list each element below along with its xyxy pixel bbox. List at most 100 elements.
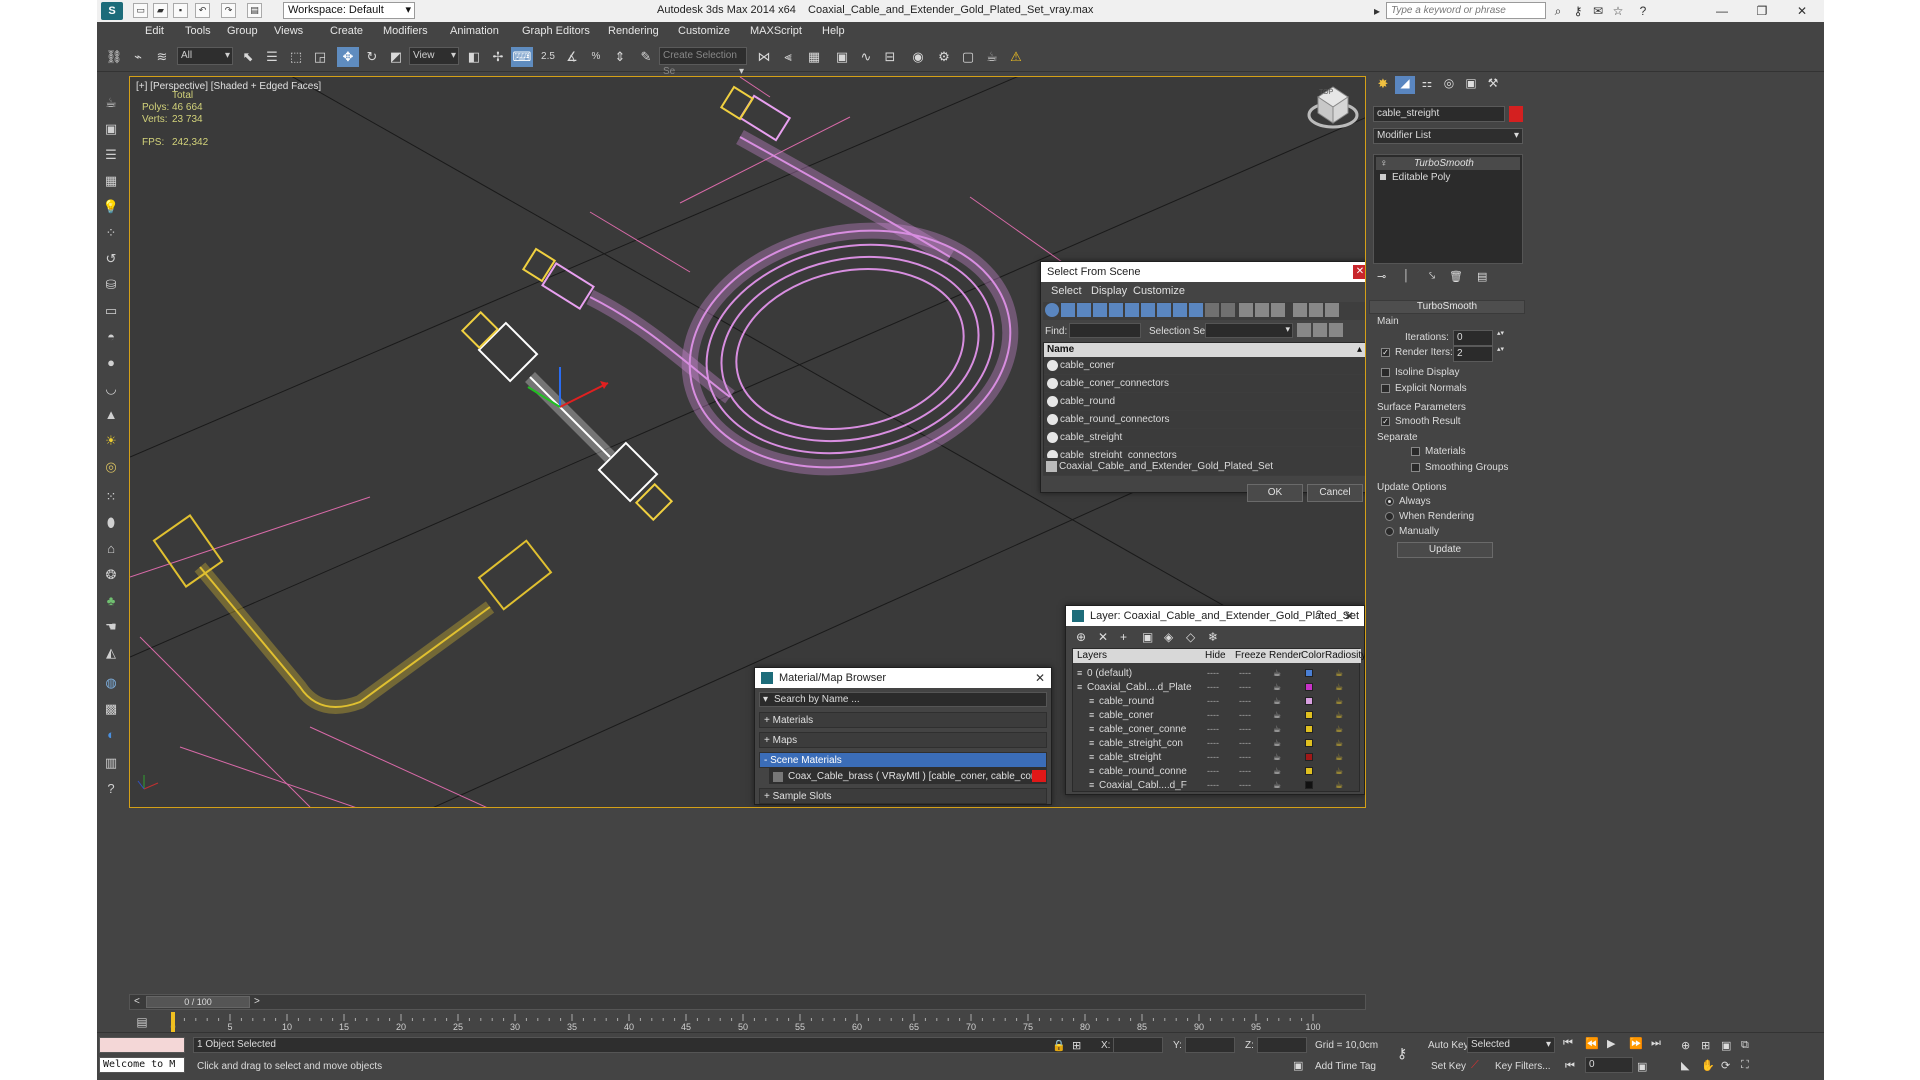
turbosmooth-rollout-header[interactable]: TurboSmooth (1369, 300, 1525, 314)
list-item[interactable]: cable_coner (1044, 357, 1365, 375)
col-radiosity[interactable]: Radiosity (1325, 649, 1365, 663)
terrain-icon[interactable]: ◭ (100, 642, 122, 664)
col-hide[interactable]: Hide (1205, 649, 1226, 663)
go-to-start-icon[interactable]: ⏮ (1563, 1037, 1573, 1050)
hide-all-icon[interactable]: ◇ (1186, 630, 1195, 644)
find-input[interactable] (1069, 323, 1141, 338)
close-icon[interactable]: ✕ (1344, 609, 1354, 623)
maxscript-listener[interactable] (99, 1037, 185, 1053)
display-children-icon[interactable] (1239, 303, 1253, 317)
add-time-tag[interactable]: Add Time Tag (1315, 1061, 1376, 1072)
add-to-layer-icon[interactable]: + (1120, 630, 1127, 644)
angle-snap-icon[interactable]: ∡ (561, 47, 583, 67)
highlight-layer-icon[interactable]: ◈ (1164, 630, 1173, 644)
undo-icon[interactable]: ↶ (195, 3, 210, 18)
select-none-icon[interactable] (1313, 323, 1327, 337)
snaps-toggle-icon[interactable]: 2.5 (537, 47, 559, 67)
filter-helpers-icon[interactable] (1109, 303, 1123, 317)
col-freeze[interactable]: Freeze (1235, 649, 1266, 663)
graphite-tools-icon[interactable]: ▣ (831, 47, 853, 67)
perspective-viewport[interactable]: [+] [Perspective] [Shaded + Edged Faces]… (129, 76, 1366, 808)
select-invert-icon[interactable] (1329, 323, 1343, 337)
hide-toggle[interactable]: ---- (1207, 777, 1219, 794)
render-iters-checkbox[interactable]: ✓ (1381, 348, 1390, 357)
list-item[interactable]: cable_round (1044, 393, 1365, 411)
time-tag-icon[interactable]: ▣ (1293, 1059, 1303, 1072)
capsule-icon[interactable]: ⬮ (100, 512, 122, 534)
select-move-icon[interactable]: ✥ (337, 47, 359, 67)
maximize-viewport-icon[interactable]: ⛶ (1741, 1059, 1749, 1072)
image-icon[interactable]: ▣ (100, 118, 122, 140)
object-color-swatch[interactable] (1509, 106, 1523, 122)
align-icon[interactable]: ⫷ (777, 47, 799, 67)
track-bar[interactable]: ▤ 05101520253035404550556065707580859095… (129, 1012, 1366, 1032)
motion-tab-icon[interactable]: ◎ (1439, 76, 1459, 94)
stack-item-editable-poly[interactable]: Editable Poly (1376, 171, 1520, 184)
next-frame-icon[interactable]: ⏩ (1629, 1037, 1643, 1050)
pan-icon[interactable]: ✋ (1701, 1059, 1715, 1072)
hand-icon[interactable]: ☚ (100, 616, 122, 638)
cone-icon[interactable]: ▲ (100, 404, 122, 426)
play-icon[interactable]: ▶ (1607, 1037, 1615, 1050)
y-coord-input[interactable] (1185, 1037, 1235, 1053)
menu-graph-editors[interactable]: Graph Editors (522, 25, 590, 37)
picture-icon[interactable]: ▩ (100, 698, 122, 720)
keyboard-shortcut-icon[interactable]: ⌨ (511, 47, 533, 67)
select-in-layer-icon[interactable]: ▣ (1142, 630, 1153, 644)
x-coord-input[interactable] (1113, 1037, 1163, 1053)
modify-tab-icon[interactable]: ◢ (1395, 76, 1415, 94)
search-arrow-icon[interactable]: ▸ (1369, 3, 1385, 19)
named-selection-set-dropdown[interactable]: Create Selection Se ▾ (659, 47, 747, 77)
menu-help[interactable]: Help (822, 25, 845, 37)
world-icon[interactable]: ◐ (100, 724, 122, 746)
minimize-button[interactable]: — (1702, 0, 1742, 22)
plant-icon[interactable]: ♣ (100, 590, 122, 612)
display-influences-icon[interactable] (1255, 303, 1269, 317)
utilities-tab-icon[interactable]: ⚒ (1483, 76, 1503, 94)
menu-customize[interactable]: Customize (678, 25, 730, 37)
globe-icon[interactable]: ◍ (100, 672, 122, 694)
filter-bones-icon[interactable] (1173, 303, 1187, 317)
scene-materials-section[interactable]: - Scene Materials (759, 752, 1047, 768)
filter-geometry-icon[interactable] (1045, 303, 1059, 317)
set-key-icon[interactable]: ⚷ (1397, 1045, 1407, 1062)
zoom-all-icon[interactable]: ⊞ (1701, 1039, 1710, 1052)
rect-selection-icon[interactable]: ⬚ (285, 47, 307, 67)
help-circle-icon[interactable]: ? (100, 778, 122, 800)
select-all-icon[interactable] (1297, 323, 1311, 337)
iterations-spinner[interactable]: 0 (1453, 330, 1493, 346)
workspace-dropdown[interactable]: Workspace: Default ▾ (283, 2, 415, 19)
filter-none-icon[interactable] (1205, 303, 1219, 317)
help-icon[interactable]: ? (1635, 3, 1651, 19)
layer-color-swatch[interactable] (1305, 697, 1313, 705)
orbit-icon[interactable]: ⟳ (1721, 1059, 1730, 1072)
filter-invert-icon[interactable] (1221, 303, 1235, 317)
menu-animation[interactable]: Animation (450, 25, 499, 37)
redo-icon[interactable]: ↷ (221, 3, 236, 18)
set-key-button[interactable]: Set Key (1431, 1061, 1466, 1072)
column-chooser-icon[interactable] (1325, 303, 1339, 317)
dome-icon[interactable]: ◓ (100, 326, 122, 348)
dots-grid-icon[interactable]: ⁙ (100, 486, 122, 508)
help-icon[interactable]: ? (1316, 609, 1322, 621)
grid-panel-icon[interactable]: ▦ (100, 170, 122, 192)
rotate-tool-icon[interactable]: ↺ (100, 248, 122, 270)
select-scale-icon[interactable]: ◩ (385, 47, 407, 67)
spinner-arrows-icon[interactable]: ▴▾ (1497, 345, 1504, 353)
new-layer-icon[interactable]: ⊕ (1076, 630, 1086, 644)
sample-slots-section[interactable]: + Sample Slots (759, 788, 1047, 804)
unlink-icon[interactable]: ⌁ (127, 47, 149, 67)
schematic-view-icon[interactable]: ⊟ (879, 47, 901, 67)
group-icon[interactable]: ⛁ (100, 274, 122, 296)
sync-selection-icon[interactable] (1309, 303, 1323, 317)
current-frame-marker[interactable] (171, 1012, 175, 1032)
render-setup-icon[interactable]: ⚙ (933, 47, 955, 67)
always-radio[interactable] (1385, 497, 1394, 506)
object-name-input[interactable]: cable_streight (1373, 106, 1505, 122)
bind-spacewarp-icon[interactable]: ≋ (151, 47, 173, 67)
filter-xrefs-icon[interactable] (1157, 303, 1171, 317)
house-icon[interactable]: ⌂ (100, 538, 122, 560)
warning-icon[interactable]: ⚠ (1005, 47, 1027, 67)
percent-snap-icon[interactable]: % (585, 47, 607, 67)
teapot-icon[interactable]: ☕ (100, 92, 122, 114)
